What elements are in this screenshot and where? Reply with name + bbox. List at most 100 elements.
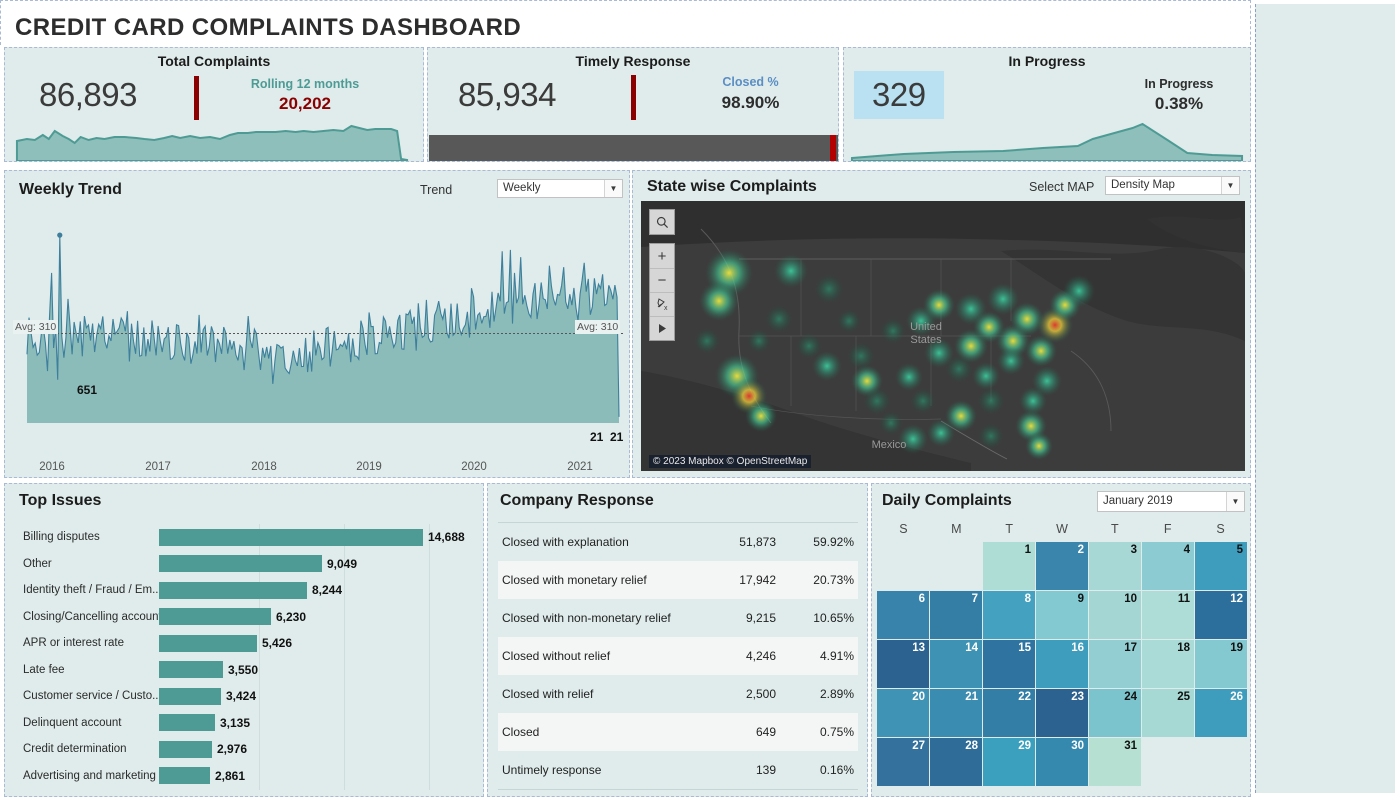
- sparkline-total-complaints: [5, 119, 423, 161]
- issue-value: 2,861: [215, 769, 245, 783]
- calendar-day-cell[interactable]: 6: [877, 591, 929, 639]
- issue-bar[interactable]: [159, 661, 223, 678]
- kpi-card-timely-response[interactable]: Timely Response 85,934 Closed % 98.90%: [427, 47, 839, 162]
- issue-row[interactable]: Customer service / Custo..3,424: [5, 683, 483, 710]
- calendar-day-cell[interactable]: 17: [1089, 640, 1141, 688]
- panel-title-company-response: Company Response: [500, 492, 654, 510]
- title-bar: CREDIT CARD COMPLAINTS DASHBOARD: [0, 0, 1251, 45]
- month-dropdown[interactable]: January 2019 ▼: [1097, 491, 1245, 512]
- map-search-control-group[interactable]: [649, 209, 675, 235]
- calendar-day-cell[interactable]: 9: [1036, 591, 1088, 639]
- calendar-day-cell[interactable]: 22: [983, 689, 1035, 737]
- issue-label: Other: [5, 558, 159, 570]
- response-count: 51,873: [690, 535, 776, 549]
- weekly-trend-chart[interactable]: Avg: 310 Avg: 310: [13, 207, 623, 437]
- issue-row[interactable]: Closing/Cancelling account6,230: [5, 604, 483, 631]
- kpi-card-in-progress[interactable]: In Progress 329 In Progress 0.38%: [843, 47, 1251, 162]
- calendar-day-cell[interactable]: 26: [1195, 689, 1247, 737]
- calendar-day-cell[interactable]: 27: [877, 738, 929, 786]
- page-title: CREDIT CARD COMPLAINTS DASHBOARD: [15, 14, 521, 42]
- table-row[interactable]: Closed with monetary relief17,94220.73%: [498, 561, 858, 599]
- table-row[interactable]: Closed with explanation51,87359.92%: [498, 523, 858, 561]
- calendar-day-cell[interactable]: 5: [1195, 542, 1247, 590]
- trend-control-label: Trend: [420, 183, 452, 197]
- issue-bar[interactable]: [159, 767, 210, 784]
- map-zoom-control-group[interactable]: + − x: [649, 243, 675, 341]
- calendar-day-cell[interactable]: 31: [1089, 738, 1141, 786]
- calendar-blank-cell: [930, 542, 982, 590]
- issue-row[interactable]: Delinquent account3,135: [5, 710, 483, 737]
- issue-bar[interactable]: [159, 608, 271, 625]
- issue-value: 8,244: [312, 583, 342, 597]
- issue-bar[interactable]: [159, 529, 423, 546]
- table-row[interactable]: Closed with non-monetary relief9,21510.6…: [498, 599, 858, 637]
- table-row[interactable]: Closed6490.75%: [498, 713, 858, 751]
- calendar-day-cell[interactable]: 16: [1036, 640, 1088, 688]
- calendar-day-cell[interactable]: 13: [877, 640, 929, 688]
- calendar-day-cell[interactable]: 10: [1089, 591, 1141, 639]
- issue-bar[interactable]: [159, 688, 221, 705]
- response-name: Closed with relief: [498, 687, 690, 702]
- issue-row[interactable]: Identity theft / Fraud / Em..8,244: [5, 577, 483, 604]
- issue-label: Credit determination: [5, 743, 159, 755]
- calendar-day-cell[interactable]: 25: [1142, 689, 1194, 737]
- zoom-in-icon[interactable]: +: [650, 244, 674, 268]
- issue-row[interactable]: Late fee3,550: [5, 657, 483, 684]
- issue-bar[interactable]: [159, 635, 257, 652]
- calendar-weekday-6: S: [1194, 522, 1247, 536]
- calendar-day-number: 22: [1018, 691, 1031, 703]
- issue-bar[interactable]: [159, 714, 215, 731]
- select-map-dropdown[interactable]: Density Map ▼: [1105, 176, 1240, 195]
- zoom-out-icon[interactable]: −: [650, 268, 674, 292]
- calendar-day-cell[interactable]: 19: [1195, 640, 1247, 688]
- trend-dropdown[interactable]: Weekly ▼: [497, 179, 623, 198]
- table-row[interactable]: Closed with relief2,5002.89%: [498, 675, 858, 713]
- calendar-day-cell[interactable]: 15: [983, 640, 1035, 688]
- clear-pins-icon[interactable]: x: [650, 292, 674, 316]
- weekly-trend-svg: [13, 207, 623, 437]
- kpi-card-total-complaints[interactable]: Total Complaints 86,893 Rolling 12 month…: [4, 47, 424, 162]
- issue-bar[interactable]: [159, 555, 322, 572]
- issue-bar[interactable]: [159, 582, 307, 599]
- calendar-day-cell[interactable]: 14: [930, 640, 982, 688]
- chevron-down-icon: ▼: [1221, 177, 1239, 194]
- calendar-day-cell[interactable]: 2: [1036, 542, 1088, 590]
- issue-row[interactable]: APR or interest rate5,426: [5, 630, 483, 657]
- calendar-day-cell[interactable]: 8: [983, 591, 1035, 639]
- calendar-day-number: 5: [1237, 544, 1243, 556]
- axis-year-2021: 2021: [567, 461, 593, 473]
- calendar-weekday-header: SMTWTFS: [877, 522, 1247, 536]
- calendar-day-cell[interactable]: 20: [877, 689, 929, 737]
- calendar-weekday-3: W: [1036, 522, 1089, 536]
- table-row[interactable]: Closed without relief4,2464.91%: [498, 637, 858, 675]
- calendar-day-cell[interactable]: 24: [1089, 689, 1141, 737]
- table-row[interactable]: Untimely response1390.16%: [498, 751, 858, 789]
- issue-bar[interactable]: [159, 741, 212, 758]
- panel-weekly-trend: Weekly Trend Trend Weekly ▼ Avg: 310 Avg…: [4, 170, 630, 478]
- calendar-day-number: 1: [1025, 544, 1031, 556]
- calendar-grid[interactable]: 1234567891011121314151617181920212223242…: [877, 542, 1247, 786]
- calendar-day-cell[interactable]: 4: [1142, 542, 1194, 590]
- calendar-day-cell[interactable]: 28: [930, 738, 982, 786]
- calendar-day-cell[interactable]: 18: [1142, 640, 1194, 688]
- calendar-day-cell[interactable]: 12: [1195, 591, 1247, 639]
- issue-label: Closing/Cancelling account: [5, 611, 159, 623]
- issue-row[interactable]: Billing disputes14,688: [5, 524, 483, 551]
- density-map-canvas[interactable]: United States Mexico + − x © 2023 Mapbox…: [641, 201, 1245, 471]
- calendar-day-cell[interactable]: 11: [1142, 591, 1194, 639]
- issue-row[interactable]: Other9,049: [5, 551, 483, 578]
- calendar-day-cell[interactable]: 30: [1036, 738, 1088, 786]
- search-icon[interactable]: [650, 210, 674, 234]
- calendar-day-cell[interactable]: 7: [930, 591, 982, 639]
- calendar-day-cell[interactable]: 3: [1089, 542, 1141, 590]
- calendar-day-cell[interactable]: 23: [1036, 689, 1088, 737]
- play-icon[interactable]: [650, 316, 674, 340]
- kpi-title-in-progress: In Progress: [844, 53, 1250, 69]
- calendar-day-cell[interactable]: 1: [983, 542, 1035, 590]
- issue-row[interactable]: Advertising and marketing2,861: [5, 763, 483, 790]
- month-dropdown-value: January 2019: [1103, 495, 1173, 507]
- panel-title-daily-complaints: Daily Complaints: [882, 492, 1012, 510]
- issue-row[interactable]: Credit determination2,976: [5, 736, 483, 763]
- calendar-day-cell[interactable]: 29: [983, 738, 1035, 786]
- calendar-day-cell[interactable]: 21: [930, 689, 982, 737]
